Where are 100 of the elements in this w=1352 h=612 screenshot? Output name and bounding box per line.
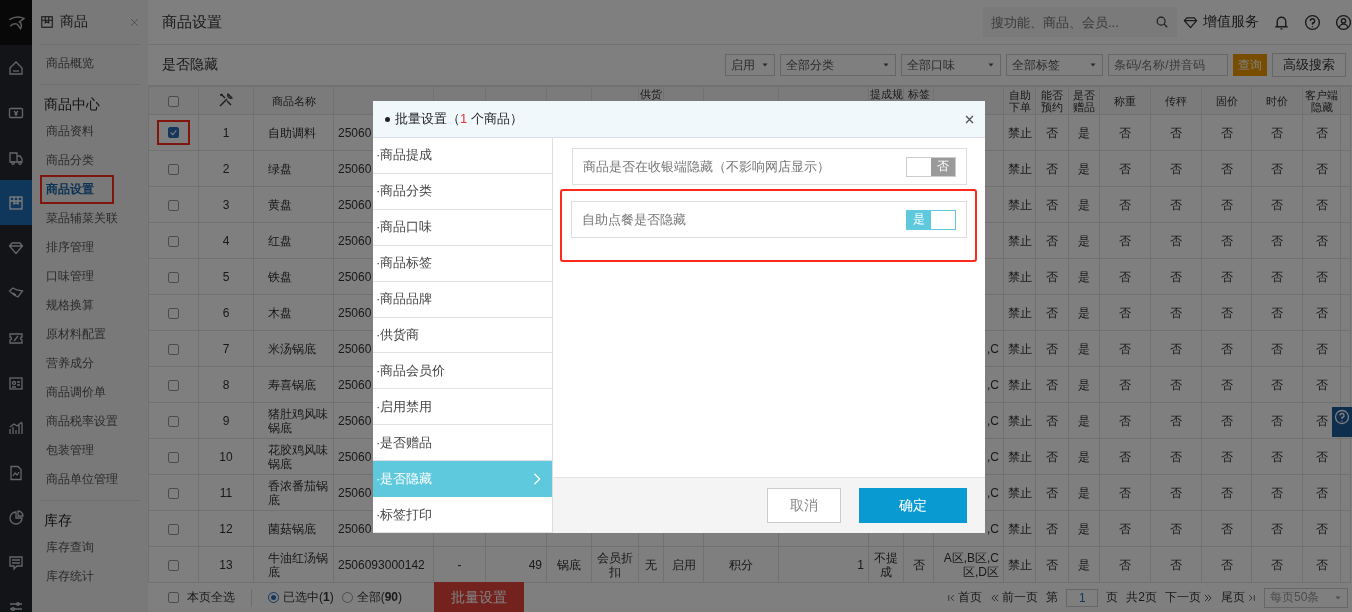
checkbox[interactable] [168, 163, 179, 175]
filter-dropdown[interactable]: 全部口味 [901, 54, 1001, 76]
table-cell: 否 [1251, 546, 1303, 583]
table-cell: 否 [1099, 294, 1151, 331]
pager-link[interactable]: 下一页 [1165, 589, 1201, 606]
logo-icon [6, 13, 26, 32]
table-cell: 否 [1035, 186, 1069, 223]
checkbox[interactable] [168, 379, 179, 391]
menu-item[interactable]: ·商品会员价 [373, 353, 552, 390]
checkbox[interactable] [168, 307, 179, 319]
table-cell: 黄盘 [253, 186, 334, 223]
filter-dropdown[interactable]: 全部标签 [1006, 54, 1103, 76]
help-tab[interactable] [1332, 407, 1352, 437]
sidebar-item[interactable]: 商品资料 [40, 117, 100, 146]
sidebar-item[interactable]: 商品概览 [40, 49, 100, 78]
sidebar-item[interactable]: 菜品辅菜关联 [40, 204, 124, 233]
menu-item[interactable]: ·商品品牌 [373, 281, 552, 318]
menu-item[interactable]: ·标签打印 [373, 497, 552, 533]
sidebar-item[interactable]: 商品调价单 [40, 378, 112, 407]
sidebar-item[interactable]: 规格换算 [40, 291, 100, 320]
table-cell: 无 [638, 546, 664, 583]
checkbox[interactable] [168, 523, 179, 535]
table-cell: 否 [1099, 366, 1151, 403]
checkbox[interactable] [168, 559, 179, 571]
advanced-search-button[interactable]: 高级搜索 [1272, 53, 1346, 77]
table-cell: 否 [1150, 186, 1202, 223]
table-cell: 是 [1068, 366, 1100, 403]
table-cell: 自助调料 [253, 114, 334, 151]
checkbox[interactable] [168, 199, 179, 211]
table-cell: 否 [1035, 510, 1069, 547]
search-field[interactable]: 条码/名称/拼音码 [1108, 54, 1228, 76]
table-cell: 否 [1150, 150, 1202, 187]
service-link[interactable]: 增值服务 [1203, 13, 1259, 31]
table-cell: 12 [198, 510, 254, 547]
sidebar-item[interactable]: 商品设置 [40, 175, 114, 204]
filter-dropdown[interactable]: 启用 [725, 54, 775, 76]
radio-button[interactable] [268, 592, 279, 603]
cancel-button[interactable]: 取消 [767, 488, 841, 523]
table-cell: 花胶鸡风味锅底 [253, 438, 334, 475]
menu-item[interactable]: ·商品标签 [373, 245, 552, 282]
menu-item[interactable]: ·供货商 [373, 317, 552, 354]
column-header: 传秤 [1165, 94, 1187, 107]
checkbox[interactable] [168, 487, 179, 499]
column-header: 自助下单 [1008, 88, 1031, 113]
toggle-switch[interactable]: 是 [906, 209, 956, 230]
toggle-switch[interactable]: 否 [906, 156, 956, 177]
menu-item[interactable]: ·商品提成 [373, 138, 552, 174]
table-cell: 禁止 [1003, 150, 1036, 187]
sidebar-item[interactable]: 商品单位管理 [40, 465, 124, 494]
table-cell: 否 [1201, 294, 1252, 331]
sidebar-item[interactable]: 包装管理 [40, 436, 100, 465]
pager-link[interactable]: 首页 [958, 589, 983, 606]
nav-button[interactable] [0, 180, 32, 225]
search-field[interactable]: 搜功能、商品、会员... [983, 7, 1177, 37]
checkbox[interactable] [168, 592, 179, 603]
pager-link[interactable]: 前一页 [1002, 589, 1039, 606]
table-cell: 禁止 [1003, 510, 1036, 547]
radio-button[interactable] [341, 592, 353, 603]
table-cell: 否 [1201, 222, 1252, 259]
sidebar-item[interactable]: 商品税率设置 [40, 407, 124, 436]
table-cell: 否 [1251, 366, 1303, 403]
sidebar-item[interactable]: 商品分类 [40, 146, 100, 175]
table-cell: 否 [1302, 366, 1341, 403]
page-title: 商品设置 [162, 12, 223, 32]
menu-item[interactable]: ·启用禁用 [373, 389, 552, 426]
table-cell: 否 [1150, 510, 1202, 547]
table-cell: 否 [1201, 330, 1252, 367]
menu-item[interactable]: ·商品分类 [373, 173, 552, 210]
table-cell: 否 [1099, 186, 1151, 223]
table-cell: 否 [1302, 474, 1341, 511]
checkbox[interactable] [168, 271, 179, 283]
sidebar-item[interactable]: 库存统计 [40, 562, 100, 591]
page-count: 共2页 [1126, 589, 1157, 606]
column-header: 固价 [1215, 94, 1238, 107]
checkbox[interactable] [168, 95, 179, 107]
user-icon [1335, 13, 1352, 31]
query-button[interactable]: 查询 [1233, 54, 1267, 76]
radio-label: 全部(90) [356, 589, 403, 606]
table-cell: 否 [1201, 366, 1252, 403]
sidebar-item[interactable]: 排序管理 [40, 233, 100, 262]
checkbox[interactable] [168, 235, 179, 247]
sidebar-item[interactable]: 库存查询 [40, 533, 100, 562]
menu-item[interactable]: ·商品口味 [373, 209, 552, 246]
table-cell: 5 [198, 258, 254, 295]
menu-item[interactable]: ·是否隐藏 [373, 461, 552, 498]
checkbox[interactable] [168, 451, 179, 463]
table-cell: 禁止 [1003, 294, 1036, 331]
confirm-button[interactable]: 确定 [859, 488, 967, 523]
pager-link[interactable]: 尾页 [1221, 589, 1245, 606]
page-input[interactable]: 1 [1066, 588, 1099, 607]
sidebar-item[interactable]: 原材料配置 [40, 320, 112, 349]
sidebar-item[interactable]: 营养成分 [40, 349, 100, 378]
checkbox[interactable] [168, 127, 179, 138]
batch-settings-button[interactable]: 批量设置 [434, 581, 525, 612]
double-chevron-right-icon [1203, 592, 1213, 603]
sidebar-item[interactable]: 口味管理 [40, 262, 100, 291]
checkbox[interactable] [168, 343, 179, 355]
checkbox[interactable] [168, 415, 179, 427]
filter-dropdown[interactable]: 全部分类 [780, 54, 896, 76]
table-cell: 否 [1099, 474, 1151, 511]
